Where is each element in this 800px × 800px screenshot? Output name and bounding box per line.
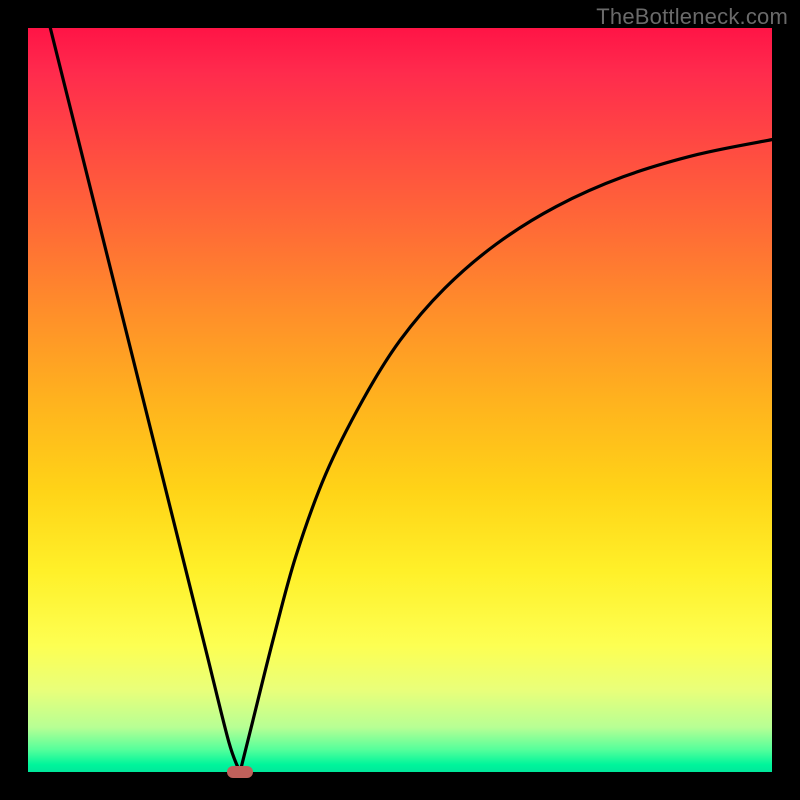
curve-left	[50, 28, 240, 772]
watermark-text: TheBottleneck.com	[596, 4, 788, 30]
curve-right	[240, 140, 772, 772]
plot-area	[28, 28, 772, 772]
minimum-marker	[227, 766, 253, 778]
chart-frame: TheBottleneck.com	[0, 0, 800, 800]
curve-svg	[28, 28, 772, 772]
